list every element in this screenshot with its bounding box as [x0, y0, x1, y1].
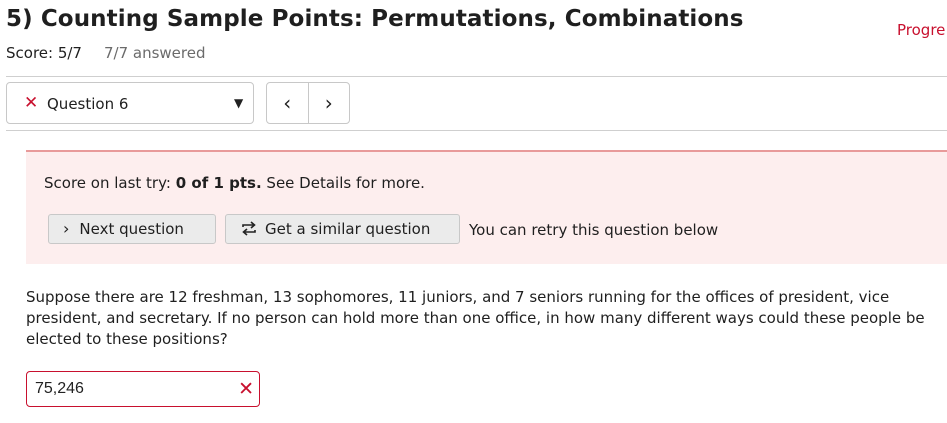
similar-question-button[interactable]: Get a similar question — [225, 214, 460, 244]
divider — [6, 130, 947, 131]
x-mark-icon: ✕ — [24, 93, 39, 113]
score-value: 0 of 1 pts. — [175, 174, 262, 192]
question-pager: ‹ › — [266, 82, 350, 124]
question-select[interactable]: ✕ Question 6 ▼ — [6, 82, 254, 124]
answer-input[interactable]: 75,246 ✕ — [26, 371, 260, 407]
score-prefix: Score on last try: — [44, 174, 171, 192]
question-select-label: Question 6 — [47, 95, 129, 113]
answer-value: 75,246 — [35, 380, 84, 397]
page: 5) Counting Sample Points: Permutations,… — [0, 0, 947, 423]
score-summary: Score: 5/7 7/7 answered — [6, 44, 206, 62]
question-text: Suppose there are 12 freshman, 13 sophom… — [26, 288, 925, 348]
divider — [6, 76, 947, 77]
chevron-left-icon: ‹ — [283, 91, 292, 115]
incorrect-x-icon: ✕ — [238, 378, 254, 400]
chevron-down-icon: ▼ — [234, 96, 244, 110]
retry-icon — [240, 218, 258, 246]
next-question-arrow-button[interactable]: › — [307, 83, 350, 123]
next-question-button[interactable]: › Next question — [48, 214, 216, 244]
next-question-label: Next question — [79, 220, 184, 238]
score-suffix: See Details for more. — [266, 174, 425, 192]
similar-question-label: Get a similar question — [265, 220, 431, 238]
chevron-right-icon: › — [63, 219, 70, 238]
retry-note: You can retry this question below — [469, 221, 719, 239]
last-try-score: Score on last try: 0 of 1 pts. See Detai… — [44, 174, 425, 192]
previous-question-button[interactable]: ‹ — [267, 83, 308, 123]
feedback-panel: Score on last try: 0 of 1 pts. See Detai… — [26, 150, 947, 264]
page-title: 5) Counting Sample Points: Permutations,… — [6, 6, 744, 32]
progress-link[interactable]: Progre — [897, 21, 945, 39]
chevron-right-icon: › — [324, 91, 333, 115]
answered-count: 7/7 answered — [103, 44, 206, 62]
score-text: Score: 5/7 — [6, 44, 82, 62]
